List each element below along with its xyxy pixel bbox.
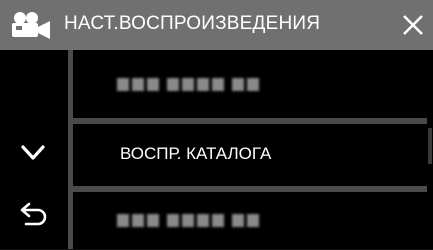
sidebar (0, 50, 68, 249)
close-button[interactable] (398, 10, 428, 40)
scrollbar[interactable] (427, 50, 433, 249)
menu-item-1[interactable] (73, 50, 427, 118)
scroll-down-button[interactable] (0, 110, 68, 175)
chevron-down-icon (21, 145, 45, 160)
menu-list: ВОСПР. КАТАЛОГА (73, 50, 427, 249)
menu-item-3[interactable] (73, 192, 427, 249)
blurred-label (117, 78, 259, 91)
title-bar: НАСТ.ВОСПРОИЗВЕДЕНИЯ (0, 0, 433, 50)
scrollbar-thumb[interactable] (428, 128, 432, 164)
menu-item-label: ВОСПР. КАТАЛОГА (120, 144, 272, 163)
back-arrow-icon (20, 202, 47, 226)
video-camera-icon (12, 12, 50, 39)
back-button[interactable] (0, 180, 68, 245)
page-title: НАСТ.ВОСПРОИЗВЕДЕНИЯ (64, 13, 321, 34)
blurred-label (117, 214, 259, 227)
menu-item-catalog-playback[interactable]: ВОСПР. КАТАЛОГА (73, 124, 427, 186)
